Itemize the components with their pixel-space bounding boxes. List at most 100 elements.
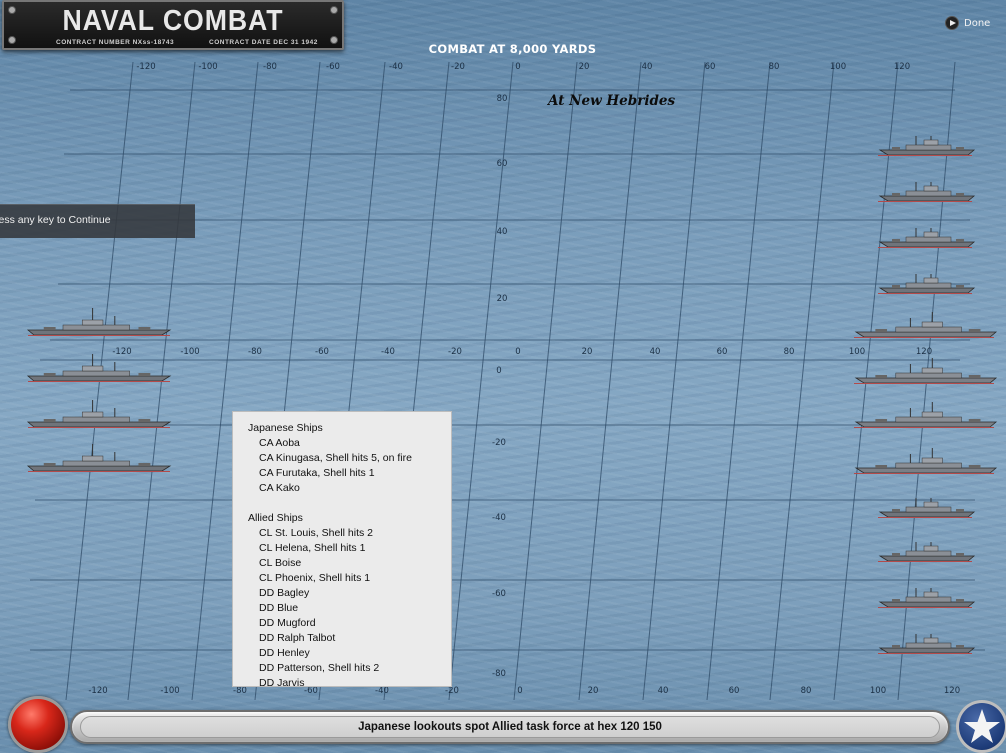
- ship-row: DD Patterson, Shell hits 2: [259, 662, 380, 674]
- combat-range-title: COMBAT AT 8,000 YARDS: [428, 42, 597, 56]
- x-tick-label: 120: [944, 686, 960, 696]
- x-tick-label: 120: [894, 62, 910, 72]
- x-tick-label: -20: [451, 62, 465, 72]
- ship-row: CA Kinugasa, Shell hits 5, on fire: [259, 452, 412, 464]
- x-tick-label: -60: [315, 347, 329, 357]
- status-message: Japanese lookouts spot Allied task force…: [358, 721, 662, 733]
- ship-row: CL Boise: [259, 557, 302, 569]
- x-tick-label: 20: [579, 62, 590, 72]
- red-action-button[interactable]: [8, 696, 68, 753]
- ship-row: CL Helena, Shell hits 1: [259, 542, 366, 554]
- x-tick-label: 40: [642, 62, 653, 72]
- logo-title: NAVAL COMBAT: [62, 5, 284, 37]
- status-bar: Japanese lookouts spot Allied task force…: [70, 710, 950, 744]
- ship-row: CL Phoenix, Shell hits 1: [259, 572, 371, 584]
- screw-icon: [8, 6, 16, 14]
- ship-icon[interactable]: [26, 306, 174, 340]
- ship-row: CA Aoba: [259, 437, 300, 449]
- grid-vertical-line: [769, 61, 835, 701]
- y-tick-label: -40: [492, 513, 506, 523]
- x-tick-label: -40: [389, 62, 403, 72]
- status-message-box: Japanese lookouts spot Allied task force…: [80, 716, 940, 738]
- y-tick-label: 0: [496, 366, 501, 376]
- y-tick-label: -80: [492, 669, 506, 679]
- ship-icon[interactable]: [852, 400, 998, 432]
- ship-row: CL St. Louis, Shell hits 2: [259, 527, 374, 539]
- ship-icon[interactable]: [876, 496, 976, 522]
- y-tick-label: 80: [497, 94, 508, 104]
- ship-row: DD Mugford: [259, 617, 316, 629]
- x-tick-label: 20: [582, 347, 593, 357]
- x-tick-label: 20: [588, 686, 599, 696]
- ship-icon[interactable]: [26, 442, 174, 476]
- naval-combat-logo: NAVAL COMBAT CONTRACT NUMBER NXss-18743 …: [2, 0, 344, 50]
- x-tick-label: -60: [304, 686, 318, 696]
- x-tick-label: -40: [375, 686, 389, 696]
- ship-status-panel[interactable]: Japanese Ships CA Aoba CA Kinugasa, Shel…: [232, 411, 452, 687]
- ship-icon[interactable]: [852, 446, 998, 478]
- x-tick-label: -60: [326, 62, 340, 72]
- ship-icon[interactable]: [876, 632, 976, 658]
- x-tick-label: 80: [801, 686, 812, 696]
- ship-icon[interactable]: [26, 398, 174, 432]
- continue-prompt[interactable]: Press any key to Continue: [0, 204, 195, 238]
- x-tick-label: 80: [769, 62, 780, 72]
- ship-icon[interactable]: [876, 226, 976, 252]
- x-tick-label: 0: [517, 686, 522, 696]
- ship-row: DD Bagley: [259, 587, 310, 599]
- y-tick-label: -60: [492, 589, 506, 599]
- x-tick-label: 60: [729, 686, 740, 696]
- ship-icon[interactable]: [876, 540, 976, 566]
- ship-icon[interactable]: [876, 586, 976, 612]
- star-icon[interactable]: [959, 703, 1005, 750]
- x-tick-label: 40: [650, 347, 661, 357]
- grid-vertical-line: [513, 61, 578, 701]
- y-tick-label: -20: [492, 438, 506, 448]
- x-tick-label: 100: [830, 62, 846, 72]
- x-tick-label: -80: [248, 347, 262, 357]
- continue-prompt-text: Press any key to Continue: [0, 214, 111, 226]
- x-tick-label: -100: [160, 686, 179, 696]
- x-tick-label: -20: [445, 686, 459, 696]
- x-tick-label: -100: [180, 347, 199, 357]
- x-tick-label: 0: [515, 62, 520, 72]
- ship-row: DD Ralph Talbot: [259, 632, 336, 644]
- x-tick-label: 0: [515, 347, 520, 357]
- x-tick-label: -80: [263, 62, 277, 72]
- done-label[interactable]: Done: [964, 18, 990, 29]
- x-tick-label: -80: [233, 686, 247, 696]
- ship-row: DD Henley: [259, 647, 310, 659]
- x-tick-label: 60: [717, 347, 728, 357]
- japanese-ships-header: Japanese Ships: [248, 422, 323, 434]
- grid-vertical-line: [706, 61, 771, 701]
- ship-icon[interactable]: [876, 180, 976, 206]
- contract-date: CONTRACT DATE DEC 31 1942: [209, 39, 318, 46]
- done-button[interactable]: Done: [945, 15, 990, 31]
- ship-icon[interactable]: [876, 134, 976, 160]
- x-tick-label: 60: [705, 62, 716, 72]
- grid-vertical-line: [578, 61, 642, 701]
- grid-vertical-line: [448, 61, 514, 701]
- grid-vertical-line: [642, 61, 706, 701]
- x-tick-label: -100: [198, 62, 217, 72]
- y-tick-label: 20: [497, 294, 508, 304]
- x-tick-label: -40: [381, 347, 395, 357]
- screw-icon: [8, 36, 16, 44]
- x-tick-label: -20: [448, 347, 462, 357]
- ship-icon[interactable]: [852, 310, 998, 342]
- star-roundel-button[interactable]: [956, 700, 1006, 753]
- screw-icon: [330, 36, 338, 44]
- ship-icon[interactable]: [876, 272, 976, 298]
- x-tick-label: 40: [658, 686, 669, 696]
- x-tick-label: -120: [88, 686, 107, 696]
- y-tick-label: 40: [497, 227, 508, 237]
- ship-icon[interactable]: [852, 356, 998, 388]
- x-tick-label: 80: [784, 347, 795, 357]
- ship-icon[interactable]: [26, 352, 174, 386]
- ship-row: CA Furutaka, Shell hits 1: [259, 467, 375, 479]
- play-circle-icon[interactable]: [945, 16, 959, 30]
- location-label: At New Hebrides: [548, 93, 676, 109]
- screw-icon: [330, 6, 338, 14]
- x-tick-label: -120: [136, 62, 155, 72]
- ship-row: DD Blue: [259, 602, 299, 614]
